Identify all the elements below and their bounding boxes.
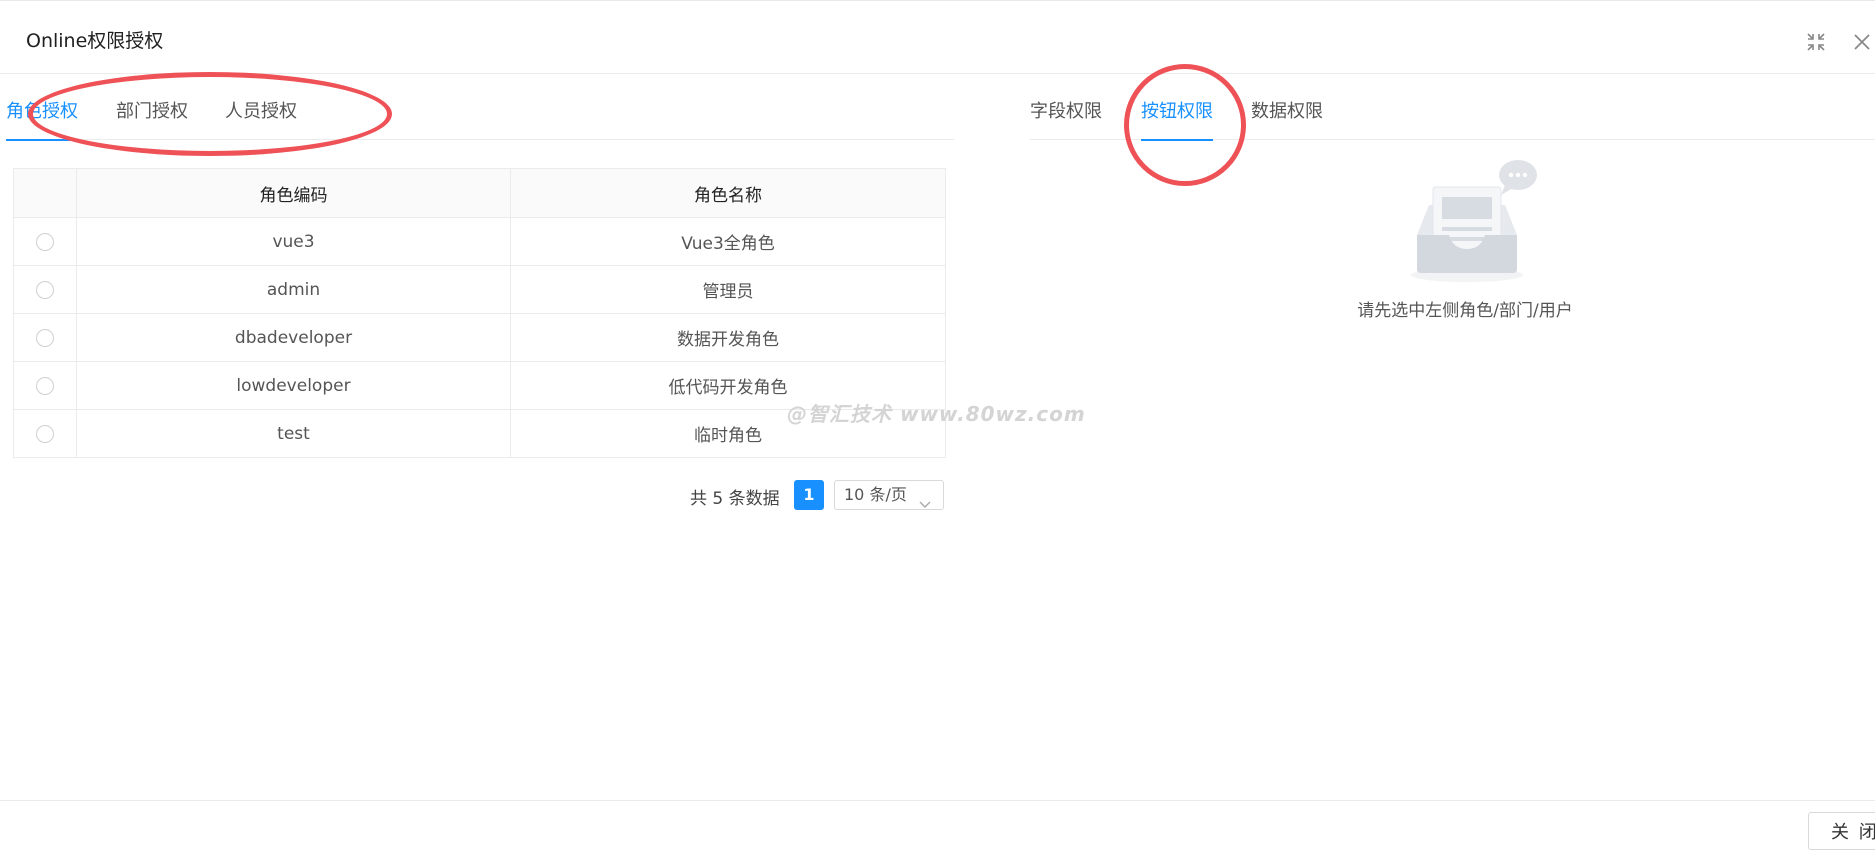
role-code-cell: lowdeveloper bbox=[76, 361, 511, 410]
fullscreen-exit-icon[interactable] bbox=[1802, 28, 1830, 56]
role-name-cell: Vue3全角色 bbox=[510, 217, 946, 266]
table-row[interactable]: vue3 Vue3全角色 bbox=[13, 217, 946, 266]
table-row[interactable]: dbadeveloper 数据开发角色 bbox=[13, 313, 946, 362]
chevron-down-icon bbox=[919, 490, 931, 518]
column-header-role-name: 角色名称 bbox=[510, 168, 946, 218]
watermark: @智汇技术 www.80wz.com bbox=[787, 402, 1086, 426]
tab-button-permission[interactable]: 按钮权限 bbox=[1141, 100, 1213, 141]
page-size-value: 10 条/页 bbox=[844, 485, 907, 504]
close-icon[interactable] bbox=[1848, 28, 1875, 56]
role-code-cell: dbadeveloper bbox=[76, 313, 511, 362]
right-tab-bar: 字段权限 按钮权限 数据权限 bbox=[1030, 100, 1875, 141]
role-name-cell: 数据开发角色 bbox=[510, 313, 946, 362]
row-radio[interactable] bbox=[36, 376, 54, 395]
row-radio[interactable] bbox=[36, 280, 54, 299]
pagination-total: 共 5 条数据 bbox=[690, 489, 780, 509]
tab-role-auth[interactable]: 角色授权 bbox=[6, 100, 78, 141]
empty-inbox-icon bbox=[1405, 157, 1540, 287]
row-radio[interactable] bbox=[36, 424, 54, 443]
page-size-select[interactable]: 10 条/页 bbox=[834, 480, 944, 510]
tab-field-permission[interactable]: 字段权限 bbox=[1030, 100, 1102, 140]
table-header-row: 角色编码 角色名称 bbox=[13, 168, 946, 218]
column-header-role-code: 角色编码 bbox=[76, 168, 511, 218]
tab-data-permission[interactable]: 数据权限 bbox=[1251, 100, 1323, 140]
select-column-header bbox=[13, 168, 77, 218]
role-code-cell: vue3 bbox=[76, 217, 511, 266]
table-row[interactable]: admin 管理员 bbox=[13, 265, 946, 314]
row-radio[interactable] bbox=[36, 232, 54, 251]
modal-footer bbox=[0, 800, 1875, 855]
role-code-cell: test bbox=[76, 409, 511, 458]
left-tab-bar: 角色授权 部门授权 人员授权 bbox=[6, 100, 954, 141]
page-number-button[interactable]: 1 bbox=[794, 480, 824, 510]
close-button[interactable]: 关 闭 bbox=[1808, 812, 1875, 850]
role-name-cell: 管理员 bbox=[510, 265, 946, 314]
modal-title: Online权限授权 bbox=[26, 30, 164, 52]
row-radio[interactable] bbox=[36, 328, 54, 347]
empty-state-text: 请先选中左侧角色/部门/用户 bbox=[1357, 301, 1573, 321]
tab-dept-auth[interactable]: 部门授权 bbox=[116, 100, 188, 140]
tab-user-auth[interactable]: 人员授权 bbox=[225, 100, 297, 140]
role-code-cell: admin bbox=[76, 265, 511, 314]
modal-header: Online权限授权 bbox=[0, 4, 1875, 74]
